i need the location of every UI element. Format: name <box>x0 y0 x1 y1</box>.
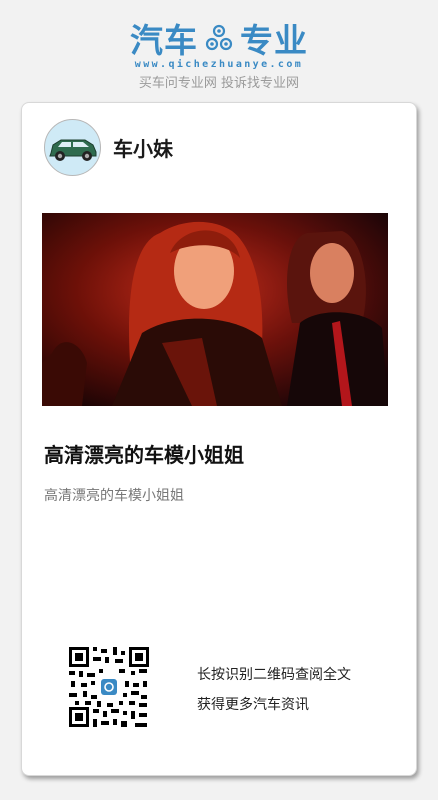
post-photo <box>42 213 388 406</box>
qr-subtext: 获得更多汽车资讯 <box>197 697 309 713</box>
post-summary: 高清漂亮的车模小姐姐 <box>44 488 184 504</box>
gear-icon <box>205 24 233 51</box>
post-card: 车小妹 高清漂亮的车模小姐姐 高清漂亮的车模小姐姐 长按识别二维码查阅全文 获得… <box>21 102 417 776</box>
logo-url: www.qichezhuanye.com <box>134 59 304 70</box>
logo-text-right: 专业 <box>240 21 308 60</box>
logo-row: 汽车 专业 <box>0 18 438 60</box>
logo-text-left: 汽车 <box>130 21 198 60</box>
post-title: 高清漂亮的车模小姐姐 <box>44 443 244 467</box>
site-logo: 汽车 专业 www.qichezhuanye.com 买车问专业网 投诉找专业网 <box>0 18 438 91</box>
author-block: 车小妹 <box>44 119 173 176</box>
qr-code-icon[interactable] <box>69 647 149 727</box>
qr-instruction: 长按识别二维码查阅全文 <box>197 667 351 683</box>
post-image[interactable] <box>42 213 388 406</box>
author-name: 车小妹 <box>113 137 173 161</box>
car-icon <box>48 139 96 161</box>
slogan: 买车问专业网 投诉找专业网 <box>138 76 300 91</box>
avatar <box>44 119 101 176</box>
